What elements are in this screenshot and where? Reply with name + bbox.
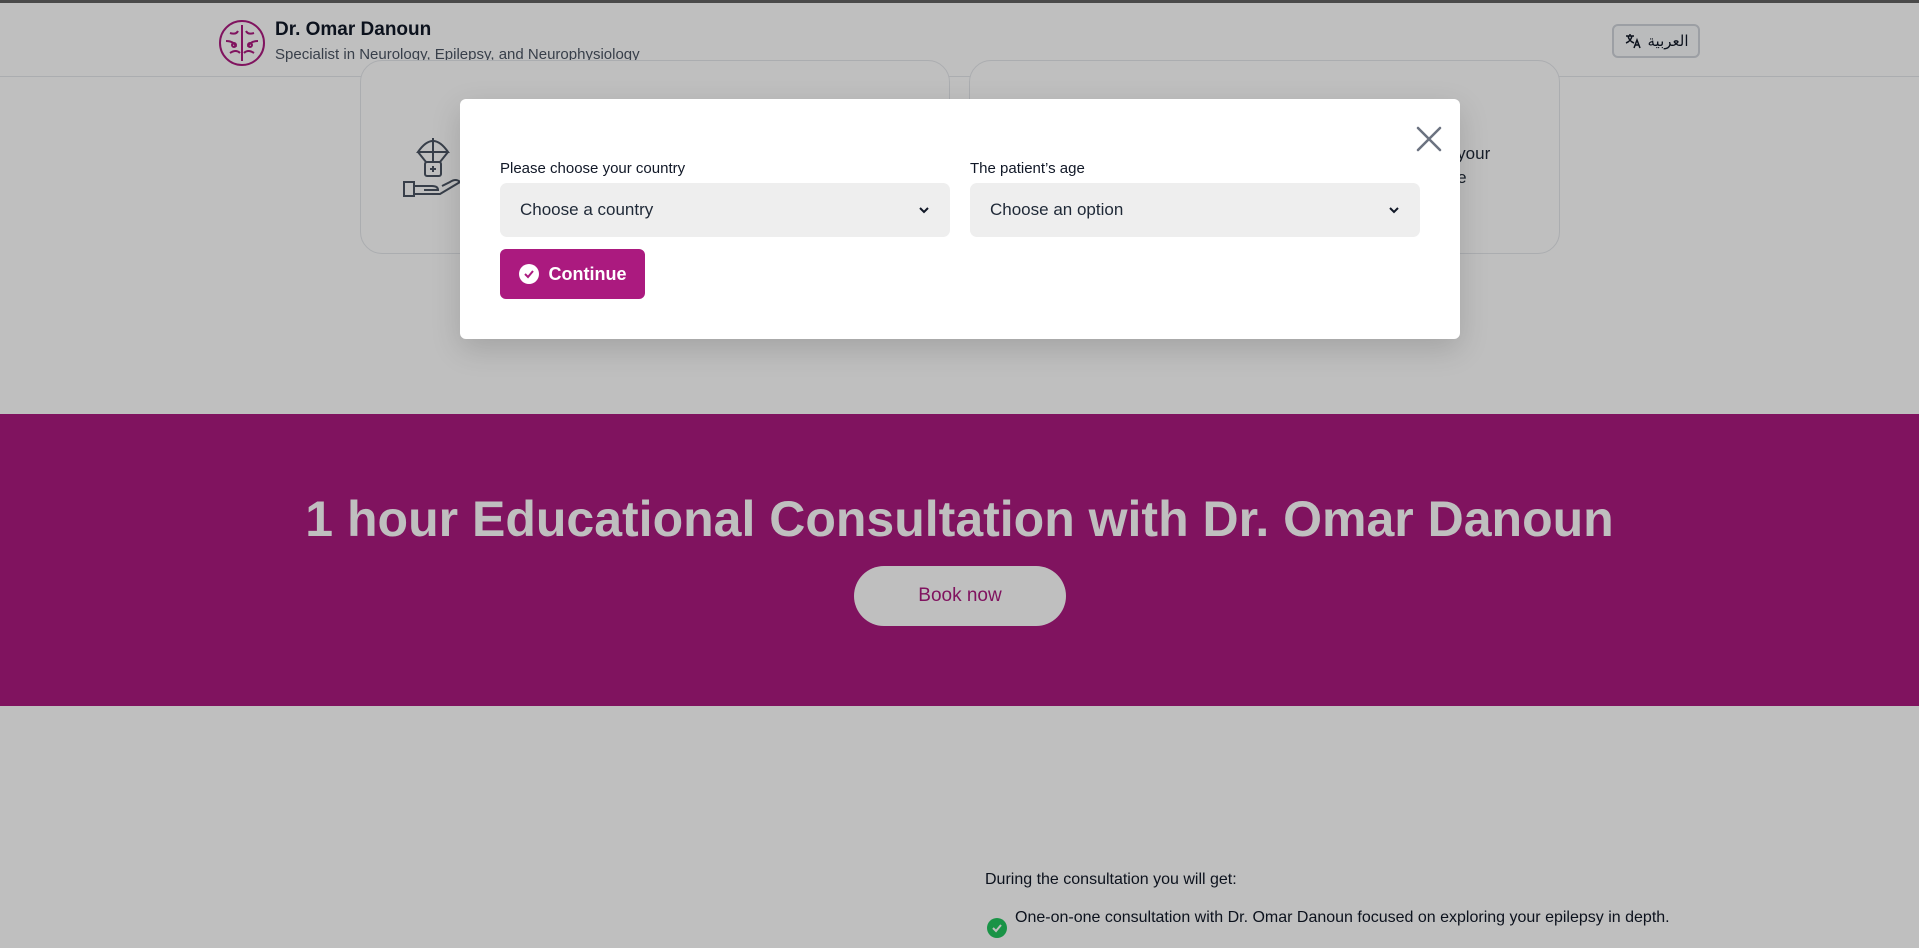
- close-icon[interactable]: [1414, 124, 1444, 154]
- country-select[interactable]: Choose a country: [500, 183, 950, 237]
- age-select-value: Choose an option: [990, 200, 1124, 219]
- continue-button[interactable]: Continue: [500, 249, 645, 299]
- window-top-border: [0, 0, 1919, 3]
- check-circle-icon: [518, 264, 539, 284]
- country-select-value: Choose a country: [520, 200, 654, 219]
- chevron-down-icon: [919, 207, 929, 214]
- age-label: The patient’s age: [970, 160, 1085, 177]
- country-label: Please choose your country: [500, 160, 686, 177]
- continue-label: Continue: [548, 263, 627, 284]
- chevron-down-icon: [1389, 207, 1399, 214]
- age-select[interactable]: Choose an option: [970, 183, 1420, 237]
